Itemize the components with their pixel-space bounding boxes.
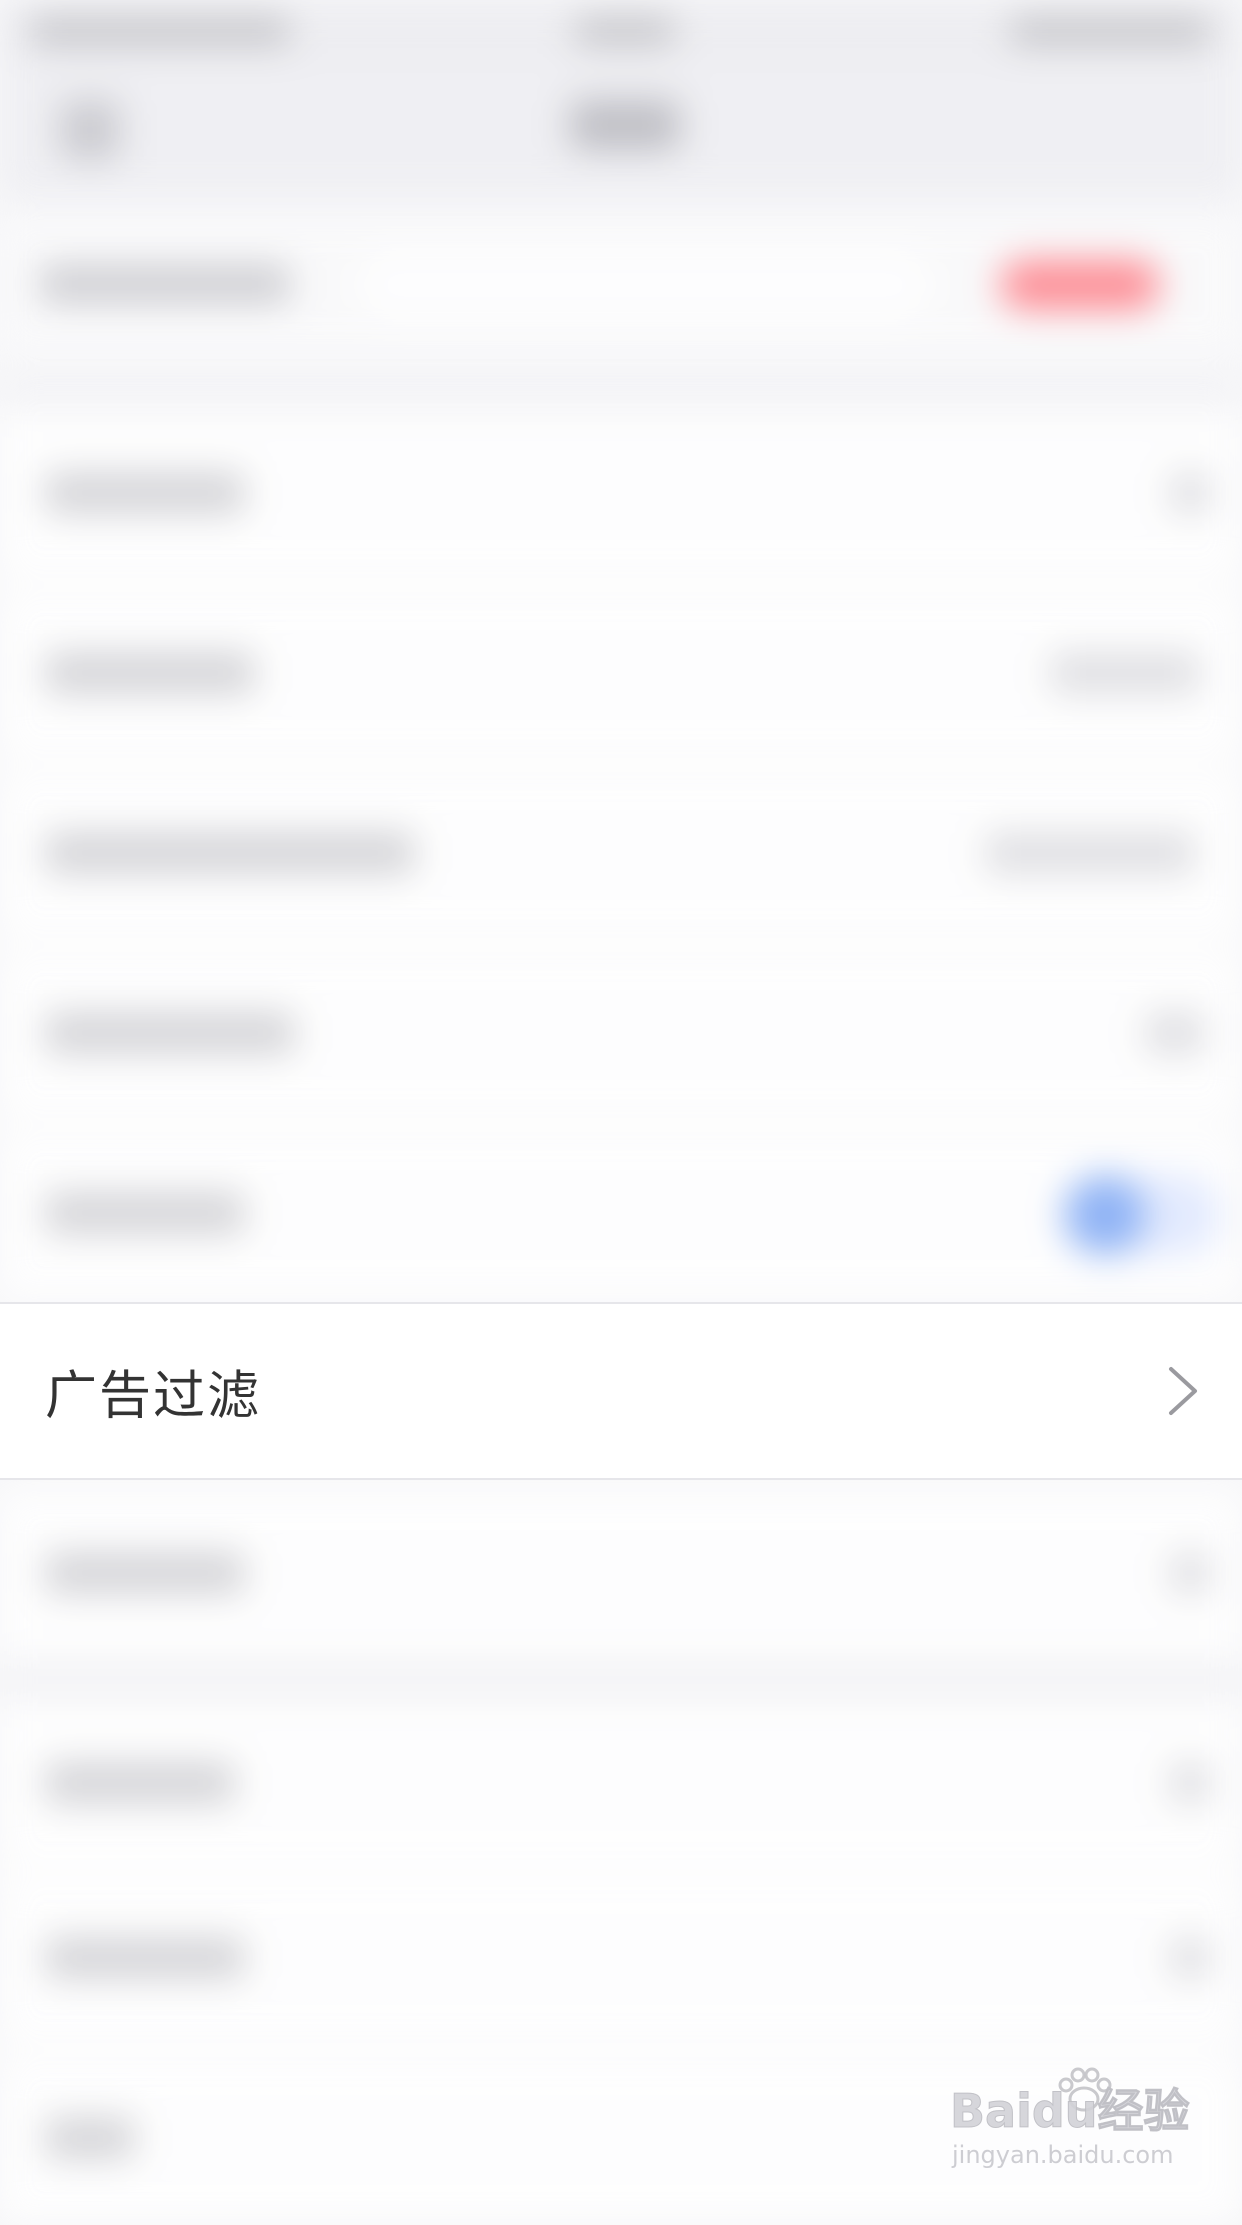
- header-action-pill-obscured[interactable]: [1000, 260, 1160, 310]
- row-label-obscured: [45, 1552, 245, 1594]
- settings-row-obscured-6[interactable]: [0, 1490, 1242, 1660]
- row-label-obscured: [45, 2117, 135, 2159]
- watermark-brand: Baidu经验: [950, 2084, 1191, 2139]
- row-chevron-obscured: [1170, 472, 1210, 514]
- back-button-obscured[interactable]: [60, 100, 120, 160]
- settings-row-obscured-2[interactable]: [0, 590, 1242, 760]
- section-gap: [0, 1660, 1242, 1700]
- navigation-bar: [0, 60, 1242, 200]
- header-text-obscured: [40, 265, 290, 303]
- status-left-obscured: [30, 18, 290, 44]
- settings-row-obscured-8[interactable]: [0, 1875, 1242, 2045]
- settings-row-obscured-5[interactable]: [0, 1130, 1242, 1300]
- row-value-obscured: [1145, 1012, 1205, 1054]
- settings-row-ad-filter[interactable]: 广告过滤: [0, 1302, 1242, 1480]
- row-label-obscured: [45, 1012, 295, 1054]
- section-gap: [0, 375, 1242, 415]
- row-label-obscured: [45, 652, 255, 694]
- row-label-obscured: [45, 1937, 245, 1979]
- page-title-obscured: [570, 100, 680, 150]
- row-chevron-obscured: [1170, 1937, 1210, 1979]
- row-chevron-obscured: [1170, 1552, 1210, 1594]
- ad-filter-label: 广告过滤: [45, 1366, 262, 1427]
- settings-row-obscured-1[interactable]: [0, 410, 1242, 580]
- row-label-obscured: [45, 1192, 245, 1234]
- settings-row-obscured-7[interactable]: [0, 1700, 1242, 1870]
- row-value-obscured: [1050, 652, 1200, 694]
- row-label-obscured: [45, 472, 245, 514]
- toggle-knob-obscured: [1065, 1175, 1145, 1255]
- settings-row-obscured-4[interactable]: [0, 950, 1242, 1120]
- status-right-obscured: [1010, 18, 1210, 44]
- row-value-obscured: [985, 832, 1195, 874]
- status-bar: [0, 0, 1242, 60]
- settings-row-obscured-3[interactable]: [0, 770, 1242, 940]
- baidu-jingyan-watermark: Baidu经验 jingyan.baidu.com: [950, 2067, 1191, 2185]
- blurred-background: [0, 0, 1242, 2225]
- chevron-right-icon: [1169, 1367, 1197, 1415]
- row-label-obscured: [45, 832, 415, 874]
- row-chevron-obscured: [1170, 1762, 1210, 1804]
- header-card-obscured: [0, 215, 1242, 355]
- watermark-url: jingyan.baidu.com: [952, 2141, 1174, 2169]
- status-time-obscured: [575, 18, 675, 44]
- settings-screen: 广告过滤 Baidu经验 jingyan.baidu.com: [0, 0, 1242, 2225]
- row-label-obscured: [45, 1762, 235, 1804]
- header-field-obscured[interactable]: [360, 250, 930, 320]
